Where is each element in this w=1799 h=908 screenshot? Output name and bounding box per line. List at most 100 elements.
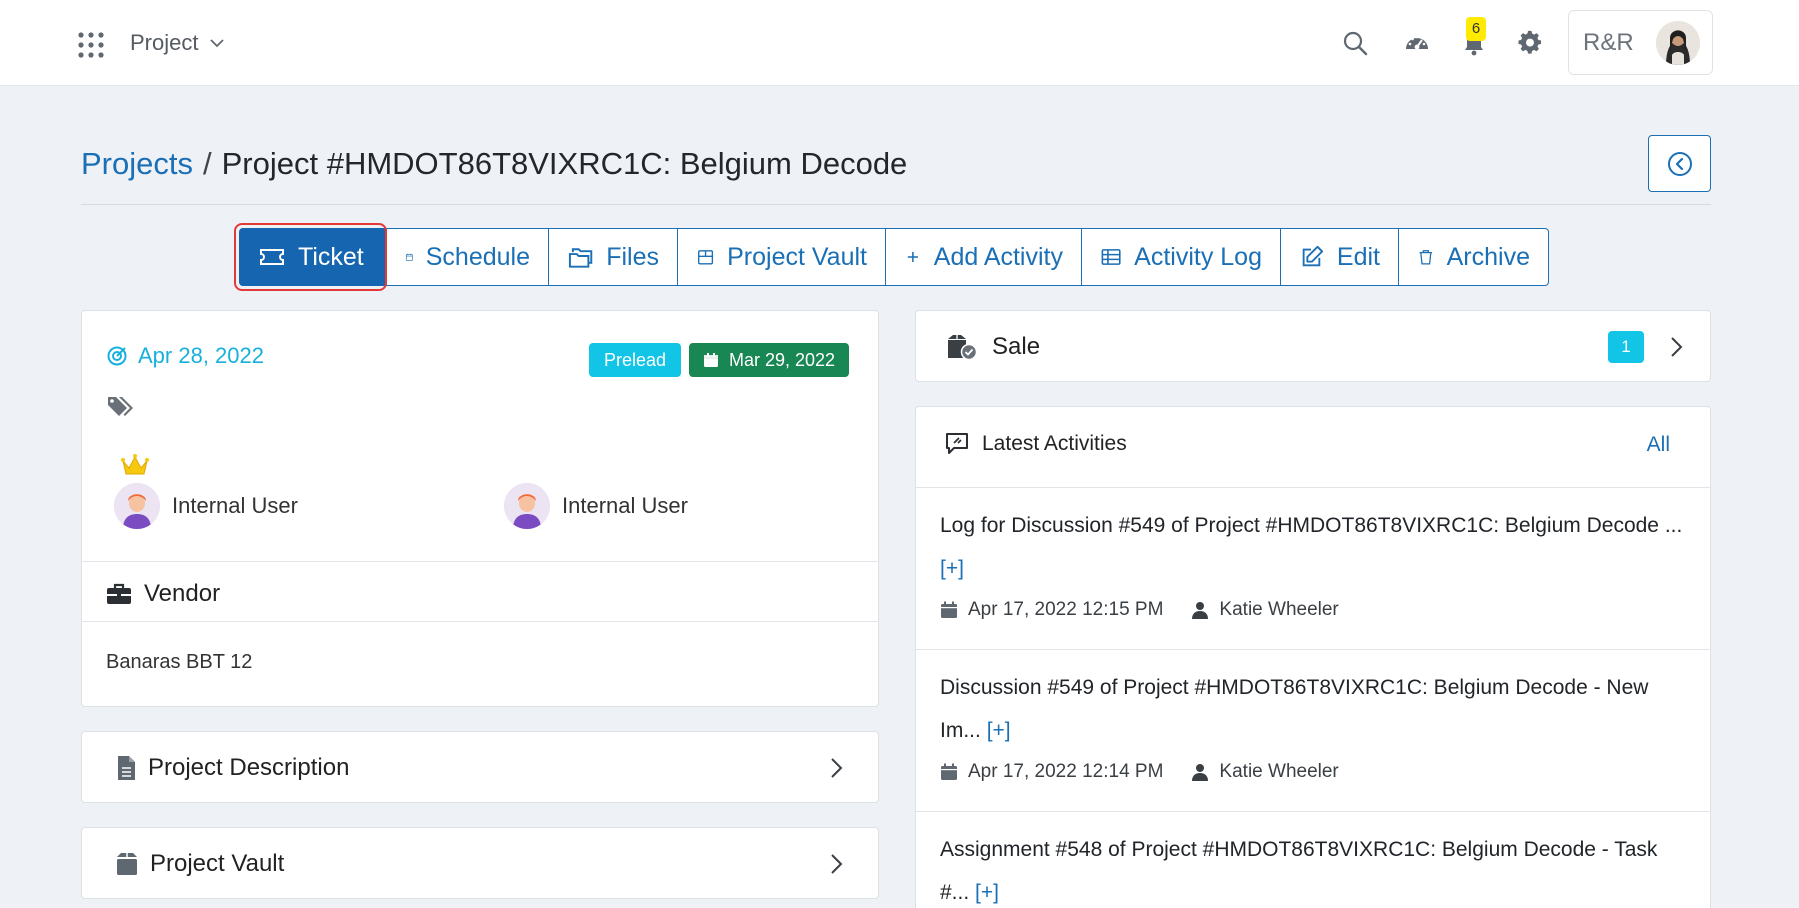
- target-icon: [107, 346, 127, 366]
- activity-meta: Apr 17, 2022 12:14 PM Katie Wheeler: [940, 752, 1686, 792]
- table-icon: [1101, 249, 1121, 265]
- created-date: Apr 28, 2022: [138, 343, 264, 368]
- archive-button-label: Archive: [1446, 242, 1530, 271]
- comment-icon: [946, 433, 968, 454]
- edit-button-label: Edit: [1336, 242, 1380, 271]
- activity-text: Log for Discussion #549 of Project #HMDO…: [940, 504, 1686, 590]
- breadcrumb-current: Project #HMDOT86T8VIXRC1C: Belgium Decod…: [221, 146, 908, 181]
- expand-activity-link[interactable]: [+]: [975, 881, 999, 904]
- sale-count-badge: 1: [1608, 331, 1644, 363]
- status-badge: Prelead: [589, 343, 682, 377]
- project-switcher[interactable]: Project: [130, 28, 226, 58]
- breadcrumb-separator: /: [202, 146, 212, 181]
- section-divider: [82, 621, 878, 622]
- vendor-title: Vendor: [144, 580, 221, 607]
- activity-text: Discussion #549 of Project #HMDOT86T8VIX…: [940, 666, 1686, 752]
- user-icon: [1192, 602, 1209, 619]
- apps-grid-icon[interactable]: [78, 32, 104, 58]
- project-vault-button[interactable]: Project Vault: [677, 228, 886, 286]
- breadcrumb-projects-link[interactable]: Projects: [81, 146, 193, 182]
- activity-meta: Apr 17, 2022 12:15 PM Katie Wheeler: [940, 590, 1686, 630]
- gear-icon[interactable]: [1515, 28, 1545, 58]
- search-icon[interactable]: [1340, 28, 1370, 58]
- page-title: Projects / Project #HMDOT86T8VIXRC1C: Be…: [81, 142, 907, 186]
- owner-user[interactable]: Internal User: [114, 483, 298, 529]
- ticket-icon: [260, 249, 284, 265]
- folders-icon: [568, 248, 593, 268]
- ticket-button[interactable]: Ticket: [239, 228, 387, 286]
- calendar-icon: [941, 601, 957, 618]
- activity-summary: Assignment #548 of Project #HMDOT86T8VIX…: [940, 838, 1658, 904]
- activity-item: Assignment #548 of Project #HMDOT86T8VIX…: [916, 811, 1710, 908]
- plus-icon: [907, 251, 918, 263]
- project-description-label: Project Description: [148, 754, 350, 781]
- activity-item: Discussion #549 of Project #HMDOT86T8VIX…: [916, 649, 1710, 811]
- calendar-icon: [704, 353, 718, 367]
- latest-activities-title: Latest Activities: [982, 432, 1127, 455]
- edit-button[interactable]: Edit: [1280, 228, 1399, 286]
- archive-box-icon: [117, 853, 137, 875]
- top-navbar: Project 6 R&R: [0, 0, 1799, 86]
- project-vault-toggle[interactable]: Project Vault: [81, 827, 879, 899]
- user-avatar: [1656, 21, 1700, 65]
- add-activity-button[interactable]: Add Activity: [885, 228, 1082, 286]
- activity-item: Log for Discussion #549 of Project #HMDO…: [916, 487, 1710, 649]
- expand-activity-link[interactable]: [+]: [987, 719, 1011, 742]
- sale-label: Sale: [992, 333, 1041, 360]
- activity-summary: Log for Discussion #549 of Project #HMDO…: [940, 514, 1683, 537]
- schedule-button-label: Schedule: [425, 242, 530, 271]
- assigned-user-name: Internal User: [562, 493, 688, 518]
- notification-count-badge: 6: [1466, 17, 1486, 41]
- user-avatar: [114, 483, 160, 529]
- created-date-link[interactable]: Apr 28, 2022: [106, 343, 264, 369]
- edit-icon: [1302, 245, 1324, 267]
- project-vault-heading: Project Vault: [114, 828, 284, 900]
- tags-icon[interactable]: [106, 393, 136, 419]
- vendor-heading: Vendor: [106, 576, 220, 612]
- archive-button[interactable]: Archive: [1398, 228, 1549, 286]
- user-avatar: [504, 483, 550, 529]
- due-date-badge: Mar 29, 2022: [689, 343, 850, 377]
- latest-activities-card: Latest Activities All Log for Discussion…: [915, 406, 1711, 908]
- title-divider: [81, 204, 1711, 205]
- user-menu[interactable]: R&R: [1568, 10, 1713, 75]
- expand-activity-link[interactable]: [+]: [940, 557, 964, 580]
- project-description-heading: Project Description: [114, 732, 349, 804]
- section-divider: [82, 561, 878, 562]
- files-button[interactable]: Files: [548, 228, 678, 286]
- activity-log-button-label: Activity Log: [1134, 242, 1262, 271]
- vendor-name: Banaras BBT 12: [106, 651, 253, 673]
- user-icon: [1192, 764, 1209, 781]
- latest-activities-heading: Latest Activities: [944, 431, 1127, 457]
- activity-log-button[interactable]: Activity Log: [1081, 228, 1281, 286]
- project-vault-button-label: Project Vault: [727, 242, 867, 271]
- sale-box-check-icon: [948, 335, 978, 361]
- project-vault-label: Project Vault: [150, 850, 285, 877]
- document-icon: [118, 756, 135, 780]
- ticket-button-label: Ticket: [298, 242, 364, 271]
- chevron-right-icon: [824, 756, 848, 780]
- chevron-right-icon: [824, 852, 848, 876]
- activity-text: Assignment #548 of Project #HMDOT86T8VIX…: [940, 828, 1686, 908]
- schedule-button[interactable]: Schedule: [386, 228, 549, 286]
- assigned-user[interactable]: Internal User: [504, 483, 688, 529]
- activity-user[interactable]: Katie Wheeler: [1219, 599, 1338, 621]
- all-activities-link[interactable]: All: [1647, 433, 1670, 457]
- sale-toggle[interactable]: Sale 1: [915, 310, 1711, 382]
- project-description-toggle[interactable]: Project Description: [81, 731, 879, 803]
- activity-user[interactable]: Katie Wheeler: [1219, 761, 1338, 783]
- activity-datetime: Apr 17, 2022 12:14 PM: [968, 761, 1164, 782]
- org-name: R&R: [1583, 28, 1634, 56]
- owner-user-name: Internal User: [172, 493, 298, 518]
- project-overview-card: Apr 28, 2022 Prelead Mar 29, 2022 Intern…: [81, 310, 879, 707]
- activity-datetime: Apr 17, 2022 12:15 PM: [968, 599, 1164, 620]
- activity-summary: Discussion #549 of Project #HMDOT86T8VIX…: [940, 676, 1649, 742]
- chevron-right-icon: [1664, 335, 1688, 359]
- dashboard-gauge-icon[interactable]: [1402, 28, 1432, 58]
- files-button-label: Files: [606, 242, 659, 271]
- project-switcher-label: Project: [130, 30, 199, 55]
- archive-box-icon: [698, 250, 714, 265]
- trash-icon: [1419, 250, 1433, 265]
- sale-heading: Sale: [946, 311, 1040, 383]
- back-button[interactable]: [1648, 135, 1711, 192]
